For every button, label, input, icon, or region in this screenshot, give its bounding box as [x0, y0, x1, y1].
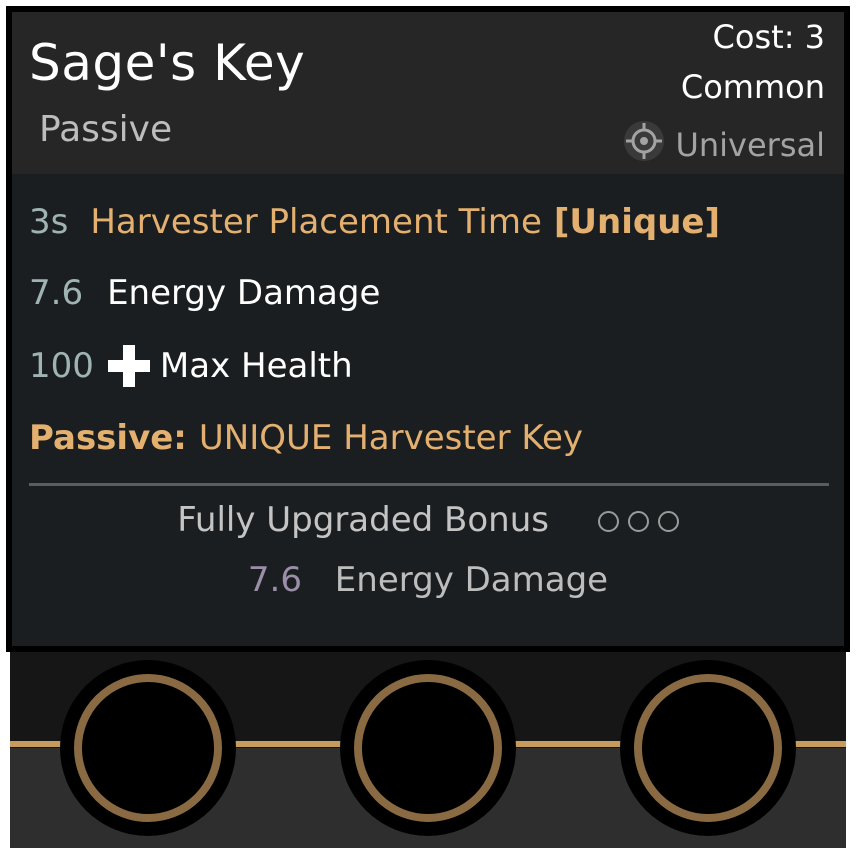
passive-text: UNIQUE Harvester Key: [198, 418, 583, 458]
item-cost: Cost: 3: [712, 18, 825, 56]
category-label: Universal: [675, 126, 825, 164]
item-card: Sage's Key Passive Cost: 3 Common Univer…: [10, 12, 846, 848]
bonus-value: 7.6: [247, 560, 302, 600]
upgrade-slot-2[interactable]: [340, 660, 516, 836]
slot-ring-icon: [74, 674, 222, 822]
item-category: Universal: [623, 120, 825, 170]
stat-row-max-health: 100 Max Health: [29, 343, 353, 389]
stat-label: Harvester Placement Time: [90, 202, 542, 242]
upgrade-slot-3[interactable]: [620, 660, 796, 836]
upgrade-dot-icon: [627, 511, 649, 532]
slot-ring-icon: [354, 674, 502, 822]
stat-row-placement-time: 3s Harvester Placement Time [Unique]: [29, 202, 720, 242]
upgrade-dot-icon: [657, 511, 679, 532]
bonus-label: Energy Damage: [334, 560, 609, 600]
unique-tag: [Unique]: [553, 202, 721, 242]
upgrade-level-indicators: [597, 511, 679, 532]
passive-description: Passive: UNIQUE Harvester Key: [29, 418, 583, 458]
stat-label: Max Health: [159, 346, 353, 386]
crosshair-target-icon: [623, 120, 665, 170]
slot-ring-icon: [634, 674, 782, 822]
stat-value: 3s: [29, 202, 69, 242]
item-rarity: Common: [680, 68, 825, 106]
stat-label: Energy Damage: [107, 273, 381, 313]
item-type: Passive: [39, 109, 173, 150]
stat-value: 7.6: [29, 273, 84, 313]
bonus-header: Fully Upgraded Bonus: [12, 500, 844, 540]
bonus-title: Fully Upgraded Bonus: [177, 500, 549, 540]
stat-row-energy-damage: 7.6 Energy Damage: [29, 273, 380, 313]
plus-health-icon: [106, 343, 152, 389]
upgrade-slot-bar: [10, 648, 846, 848]
divider: [29, 483, 829, 486]
passive-prefix: Passive:: [29, 418, 187, 458]
upgrade-slot-1[interactable]: [60, 660, 236, 836]
bonus-stat: 7.6 Energy Damage: [12, 560, 844, 600]
stat-value: 100: [29, 346, 94, 386]
item-title: Sage's Key: [29, 34, 306, 92]
upgrade-dot-icon: [597, 511, 619, 532]
card-header: Sage's Key Passive Cost: 3 Common Univer…: [12, 12, 844, 174]
